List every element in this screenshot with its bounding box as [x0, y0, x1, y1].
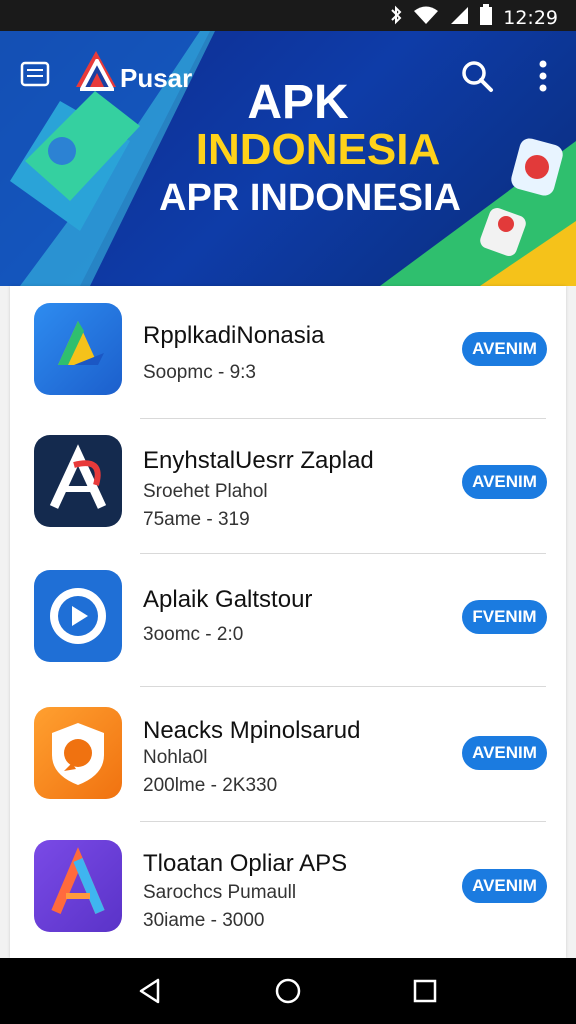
- install-button[interactable]: AVENIM: [462, 332, 547, 366]
- install-button[interactable]: FVENIM: [462, 600, 547, 634]
- app-list: RpplkadiNonasia Soopmc - 9:3 AVENIM Enyh…: [10, 286, 566, 958]
- letter-a-logo-icon: [34, 435, 122, 527]
- recents-button[interactable]: [410, 976, 440, 1006]
- hero-banner: Pusar APK INDONESIA APR INDONESIA: [0, 31, 576, 286]
- app-meta: 75ame - 319: [143, 509, 250, 530]
- app-meta: 200lme - 2K330: [143, 775, 278, 796]
- list-item[interactable]: Aplaik Galtstour 3oomc - 2:0 FVENIM: [10, 554, 566, 687]
- app-developer: Sroehet Plahol: [143, 481, 268, 502]
- install-button[interactable]: AVENIM: [462, 869, 547, 903]
- list-item[interactable]: Tloatan Opliar APS Sarochcs Pumaull 30ia…: [10, 822, 566, 955]
- banner-title-line2: INDONESIA: [195, 125, 441, 174]
- app-meta: Soopmc - 9:3: [143, 362, 256, 383]
- app-developer: Sarochcs Pumaull: [143, 882, 297, 903]
- app-name: RpplkadiNonasia: [143, 322, 325, 349]
- status-time: 12:29: [503, 6, 558, 29]
- list-item[interactable]: Neacks Mpinolsarud Nohla0l 200lme - 2K33…: [10, 687, 566, 820]
- app-name: EnyhstalUesrr Zaplad: [143, 447, 374, 474]
- banner-title-line3: APR INDONESIA: [159, 177, 461, 219]
- bluetooth-icon: [389, 5, 403, 30]
- back-button[interactable]: [136, 976, 166, 1006]
- google-drive-style-icon: [34, 303, 122, 395]
- app-developer: Nohla0l: [143, 747, 208, 768]
- recents-square-icon: [413, 979, 437, 1003]
- signal-icon: [449, 5, 469, 30]
- list-item[interactable]: EnyhstalUesrr Zaplad Sroehet Plahol 75am…: [10, 419, 566, 552]
- app-name: Aplaik Galtstour: [143, 586, 313, 613]
- app-meta: 30iame - 3000: [143, 910, 265, 931]
- shield-chat-icon: [34, 707, 122, 799]
- banner-title-line1: APK: [247, 76, 349, 129]
- navigation-bar: [0, 958, 576, 1024]
- home-button[interactable]: [273, 976, 303, 1006]
- play-circle-icon: [34, 570, 122, 662]
- app-name: Neacks Mpinolsarud: [143, 717, 361, 744]
- home-circle-icon: [275, 978, 301, 1004]
- letter-a-logo-icon: [34, 840, 122, 932]
- install-button[interactable]: AVENIM: [462, 736, 547, 770]
- battery-icon: [479, 4, 493, 31]
- app-name: Tloatan Opliar APS: [143, 850, 348, 877]
- back-triangle-icon: [139, 978, 160, 1004]
- install-button[interactable]: AVENIM: [462, 465, 547, 499]
- status-bar: 12:29: [0, 0, 576, 31]
- wifi-icon: [413, 5, 439, 30]
- app-meta: 3oomc - 2:0: [143, 624, 244, 645]
- list-item[interactable]: RpplkadiNonasia Soopmc - 9:3 AVENIM: [10, 286, 566, 419]
